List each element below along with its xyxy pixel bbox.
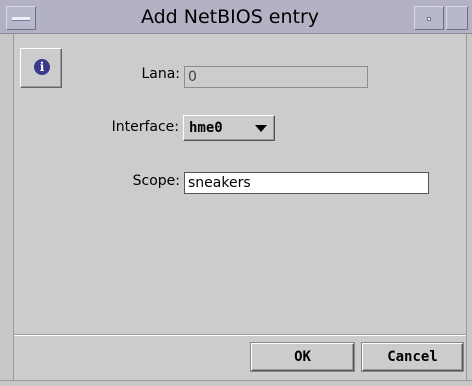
window-menu-button[interactable] <box>6 6 36 30</box>
interface-selected-value: hme0 <box>189 120 223 136</box>
minimize-icon <box>427 17 431 21</box>
scope-label: Scope: <box>132 173 180 189</box>
window-frame-right <box>466 34 472 386</box>
minimize-button[interactable] <box>414 6 444 30</box>
scope-input[interactable]: sneakers <box>184 172 429 194</box>
window-frame-left <box>0 34 14 386</box>
window-title: Add NetBIOS entry <box>140 6 320 28</box>
cancel-button[interactable]: Cancel <box>362 343 463 371</box>
interface-label: Interface: <box>111 119 179 135</box>
window-frame-bottom <box>0 380 472 386</box>
button-separator <box>14 334 466 336</box>
chevron-down-icon <box>255 125 267 132</box>
dialog-window: Add NetBIOS entry i Lana: 0 Interface: h… <box>0 0 472 386</box>
title-bar[interactable]: Add NetBIOS entry <box>0 0 472 34</box>
maximize-button[interactable] <box>446 6 468 30</box>
window-menu-icon <box>12 17 30 21</box>
info-icon: i <box>34 59 50 75</box>
ok-button[interactable]: OK <box>251 343 354 371</box>
lana-label: Lana: <box>141 66 180 82</box>
lana-field: 0 <box>184 66 368 88</box>
info-button[interactable]: i <box>20 48 62 88</box>
interface-select[interactable]: hme0 <box>183 115 275 141</box>
